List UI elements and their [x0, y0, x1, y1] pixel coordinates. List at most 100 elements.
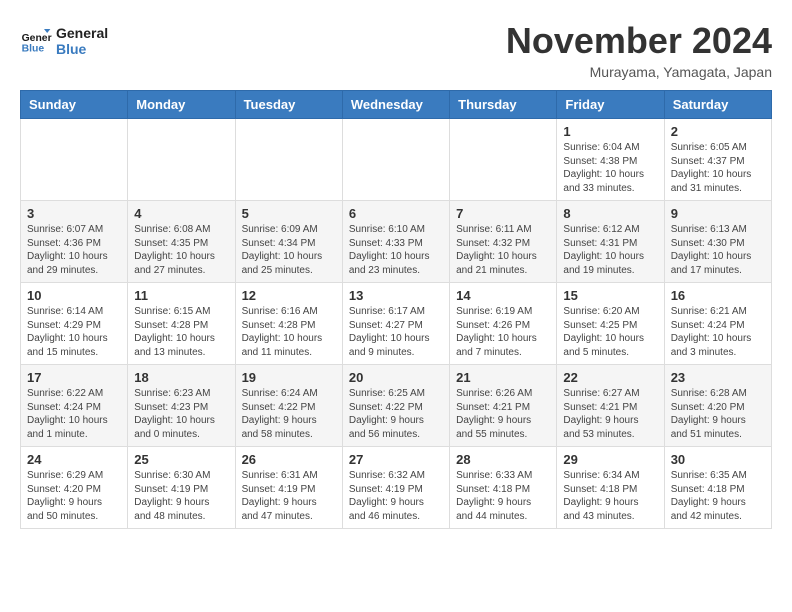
calendar-cell: 8 Sunrise: 6:12 AM Sunset: 4:31 PM Daylig… — [557, 201, 664, 283]
day-number: 1 — [563, 124, 657, 139]
day-number: 14 — [456, 288, 550, 303]
day-number: 20 — [349, 370, 443, 385]
day-info: Sunrise: 6:07 AM Sunset: 4:36 PM Dayligh… — [27, 223, 121, 277]
week-row-2: 3 Sunrise: 6:07 AM Sunset: 4:36 PM Daylig… — [21, 201, 772, 283]
day-info: Sunrise: 6:31 AM Sunset: 4:19 PM Dayligh… — [242, 469, 336, 523]
day-number: 26 — [242, 452, 336, 467]
calendar-cell: 29Sunrise: 6:34 AM Sunset: 4:18 PM Dayli… — [557, 447, 664, 529]
calendar-cell — [450, 119, 557, 201]
day-info: Sunrise: 6:28 AM Sunset: 4:20 PM Dayligh… — [671, 387, 765, 441]
day-info: Sunrise: 6:20 AM Sunset: 4:25 PM Dayligh… — [563, 305, 657, 359]
day-number: 8 — [563, 206, 657, 221]
day-info: Sunrise: 6:22 AM Sunset: 4:24 PM Dayligh… — [27, 387, 121, 441]
calendar-cell: 7 Sunrise: 6:11 AM Sunset: 4:32 PM Daylig… — [450, 201, 557, 283]
calendar-cell — [21, 119, 128, 201]
svg-text:General: General — [22, 33, 52, 44]
week-row-1: 1 Sunrise: 6:04 AM Sunset: 4:38 PM Daylig… — [21, 119, 772, 201]
logo-blue: Blue — [56, 41, 108, 57]
day-info: Sunrise: 6:30 AM Sunset: 4:19 PM Dayligh… — [134, 469, 228, 523]
day-number: 12 — [242, 288, 336, 303]
calendar-cell: 24 Sunrise: 6:29 AM Sunset: 4:20 PM Dayli… — [21, 447, 128, 529]
day-header-sunday: Sunday — [21, 91, 128, 119]
day-info: Sunrise: 6:33 AM Sunset: 4:18 PM Dayligh… — [456, 469, 550, 523]
day-header-thursday: Thursday — [450, 91, 557, 119]
calendar-table: SundayMondayTuesdayWednesdayThursdayFrid… — [20, 90, 772, 529]
week-row-4: 17 Sunrise: 6:22 AM Sunset: 4:24 PM Dayli… — [21, 365, 772, 447]
day-headers-row: SundayMondayTuesdayWednesdayThursdayFrid… — [21, 91, 772, 119]
calendar-cell: 20Sunrise: 6:25 AM Sunset: 4:22 PM Dayli… — [342, 365, 449, 447]
day-number: 17 — [27, 370, 121, 385]
day-info: Sunrise: 6:13 AM Sunset: 4:30 PM Dayligh… — [671, 223, 765, 277]
day-number: 24 — [27, 452, 121, 467]
day-number: 16 — [671, 288, 765, 303]
day-number: 5 — [242, 206, 336, 221]
day-info: Sunrise: 6:12 AM Sunset: 4:31 PM Dayligh… — [563, 223, 657, 277]
day-header-friday: Friday — [557, 91, 664, 119]
day-info: Sunrise: 6:21 AM Sunset: 4:24 PM Dayligh… — [671, 305, 765, 359]
calendar-cell: 26 Sunrise: 6:31 AM Sunset: 4:19 PM Dayli… — [235, 447, 342, 529]
day-number: 18 — [134, 370, 228, 385]
day-number: 9 — [671, 206, 765, 221]
calendar-cell: 6 Sunrise: 6:10 AM Sunset: 4:33 PM Daylig… — [342, 201, 449, 283]
location-subtitle: Murayama, Yamagata, Japan — [506, 64, 772, 80]
calendar-cell: 12 Sunrise: 6:16 AM Sunset: 4:28 PM Dayli… — [235, 283, 342, 365]
calendar-cell: 2Sunrise: 6:05 AM Sunset: 4:37 PM Daylig… — [664, 119, 771, 201]
calendar-cell — [342, 119, 449, 201]
month-title: November 2024 — [506, 20, 772, 62]
calendar-cell: 17 Sunrise: 6:22 AM Sunset: 4:24 PM Dayli… — [21, 365, 128, 447]
day-info: Sunrise: 6:04 AM Sunset: 4:38 PM Dayligh… — [563, 141, 657, 195]
day-info: Sunrise: 6:17 AM Sunset: 4:27 PM Dayligh… — [349, 305, 443, 359]
calendar-cell — [128, 119, 235, 201]
day-info: Sunrise: 6:32 AM Sunset: 4:19 PM Dayligh… — [349, 469, 443, 523]
logo-icon: General Blue — [20, 25, 52, 57]
calendar-cell: 1 Sunrise: 6:04 AM Sunset: 4:38 PM Daylig… — [557, 119, 664, 201]
day-number: 19 — [242, 370, 336, 385]
calendar-cell: 30Sunrise: 6:35 AM Sunset: 4:18 PM Dayli… — [664, 447, 771, 529]
day-number: 28 — [456, 452, 550, 467]
day-info: Sunrise: 6:19 AM Sunset: 4:26 PM Dayligh… — [456, 305, 550, 359]
calendar-cell: 23Sunrise: 6:28 AM Sunset: 4:20 PM Dayli… — [664, 365, 771, 447]
calendar-cell: 15Sunrise: 6:20 AM Sunset: 4:25 PM Dayli… — [557, 283, 664, 365]
day-info: Sunrise: 6:24 AM Sunset: 4:22 PM Dayligh… — [242, 387, 336, 441]
day-info: Sunrise: 6:10 AM Sunset: 4:33 PM Dayligh… — [349, 223, 443, 277]
day-info: Sunrise: 6:26 AM Sunset: 4:21 PM Dayligh… — [456, 387, 550, 441]
svg-text:Blue: Blue — [22, 43, 45, 54]
day-number: 4 — [134, 206, 228, 221]
calendar-cell: 18 Sunrise: 6:23 AM Sunset: 4:23 PM Dayli… — [128, 365, 235, 447]
day-number: 10 — [27, 288, 121, 303]
logo-general: General — [56, 25, 108, 41]
calendar-cell: 5 Sunrise: 6:09 AM Sunset: 4:34 PM Daylig… — [235, 201, 342, 283]
day-number: 13 — [349, 288, 443, 303]
calendar-cell: 13 Sunrise: 6:17 AM Sunset: 4:27 PM Dayli… — [342, 283, 449, 365]
day-number: 29 — [563, 452, 657, 467]
day-number: 7 — [456, 206, 550, 221]
week-row-3: 10 Sunrise: 6:14 AM Sunset: 4:29 PM Dayli… — [21, 283, 772, 365]
day-number: 6 — [349, 206, 443, 221]
logo: General Blue General Blue — [20, 25, 108, 57]
day-header-wednesday: Wednesday — [342, 91, 449, 119]
day-info: Sunrise: 6:09 AM Sunset: 4:34 PM Dayligh… — [242, 223, 336, 277]
day-number: 25 — [134, 452, 228, 467]
day-info: Sunrise: 6:05 AM Sunset: 4:37 PM Dayligh… — [671, 141, 765, 195]
calendar-cell: 22Sunrise: 6:27 AM Sunset: 4:21 PM Dayli… — [557, 365, 664, 447]
day-info: Sunrise: 6:11 AM Sunset: 4:32 PM Dayligh… — [456, 223, 550, 277]
day-number: 22 — [563, 370, 657, 385]
day-info: Sunrise: 6:08 AM Sunset: 4:35 PM Dayligh… — [134, 223, 228, 277]
day-number: 27 — [349, 452, 443, 467]
day-info: Sunrise: 6:14 AM Sunset: 4:29 PM Dayligh… — [27, 305, 121, 359]
title-block: November 2024 Murayama, Yamagata, Japan — [506, 20, 772, 80]
calendar-cell: 3 Sunrise: 6:07 AM Sunset: 4:36 PM Daylig… — [21, 201, 128, 283]
day-info: Sunrise: 6:35 AM Sunset: 4:18 PM Dayligh… — [671, 469, 765, 523]
day-number: 11 — [134, 288, 228, 303]
calendar-body: 1 Sunrise: 6:04 AM Sunset: 4:38 PM Daylig… — [21, 119, 772, 529]
calendar-cell: 16 Sunrise: 6:21 AM Sunset: 4:24 PM Dayli… — [664, 283, 771, 365]
day-number: 3 — [27, 206, 121, 221]
calendar-cell: 10 Sunrise: 6:14 AM Sunset: 4:29 PM Dayli… — [21, 283, 128, 365]
day-info: Sunrise: 6:16 AM Sunset: 4:28 PM Dayligh… — [242, 305, 336, 359]
day-info: Sunrise: 6:29 AM Sunset: 4:20 PM Dayligh… — [27, 469, 121, 523]
calendar-cell: 19 Sunrise: 6:24 AM Sunset: 4:22 PM Dayli… — [235, 365, 342, 447]
calendar-cell: 11 Sunrise: 6:15 AM Sunset: 4:28 PM Dayli… — [128, 283, 235, 365]
week-row-5: 24 Sunrise: 6:29 AM Sunset: 4:20 PM Dayli… — [21, 447, 772, 529]
day-info: Sunrise: 6:15 AM Sunset: 4:28 PM Dayligh… — [134, 305, 228, 359]
day-info: Sunrise: 6:23 AM Sunset: 4:23 PM Dayligh… — [134, 387, 228, 441]
